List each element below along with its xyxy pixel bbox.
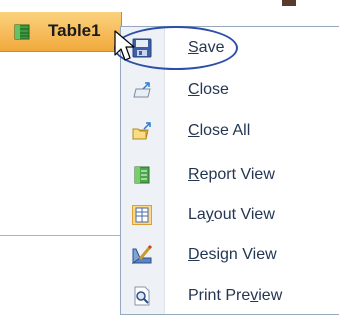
access-key: D bbox=[188, 246, 200, 263]
workspace-divider bbox=[0, 235, 120, 236]
access-key: y bbox=[205, 206, 214, 223]
report-view-icon bbox=[134, 166, 150, 184]
menu-item-layout-view[interactable]: Layout View bbox=[121, 197, 339, 233]
menu-item-close[interactable]: Close bbox=[121, 72, 339, 108]
access-key: C bbox=[188, 81, 200, 98]
menu-item-label: Layout View bbox=[188, 206, 275, 223]
close-all-icon bbox=[132, 122, 151, 140]
background-window-fragment bbox=[282, 0, 296, 6]
menu-item-design-view[interactable]: Design View bbox=[121, 237, 339, 273]
workspace-area bbox=[0, 52, 120, 315]
close-icon bbox=[133, 82, 151, 98]
document-tab-table1[interactable]: Table1 bbox=[0, 12, 122, 52]
print-preview-icon bbox=[134, 286, 150, 306]
access-key: R bbox=[188, 166, 200, 183]
design-view-icon bbox=[132, 245, 152, 264]
tab-context-menu: Save Close Close All Report View Layout … bbox=[120, 26, 339, 315]
menu-item-label: Close All bbox=[188, 122, 251, 139]
menu-item-close-all[interactable]: Close All bbox=[121, 113, 339, 149]
menu-item-label: Print Preview bbox=[188, 287, 283, 304]
layout-view-icon bbox=[132, 205, 152, 225]
table-icon bbox=[14, 24, 30, 40]
menu-item-label: Close bbox=[188, 81, 229, 98]
access-key: C bbox=[188, 122, 200, 139]
menu-item-report-view[interactable]: Report View bbox=[121, 157, 339, 193]
mouse-pointer-icon bbox=[114, 30, 135, 61]
menu-item-label: Design View bbox=[188, 246, 277, 263]
tab-label: Table1 bbox=[48, 21, 101, 40]
menu-item-print-preview[interactable]: Print Preview bbox=[121, 278, 339, 314]
menu-item-label: Report View bbox=[188, 166, 275, 183]
